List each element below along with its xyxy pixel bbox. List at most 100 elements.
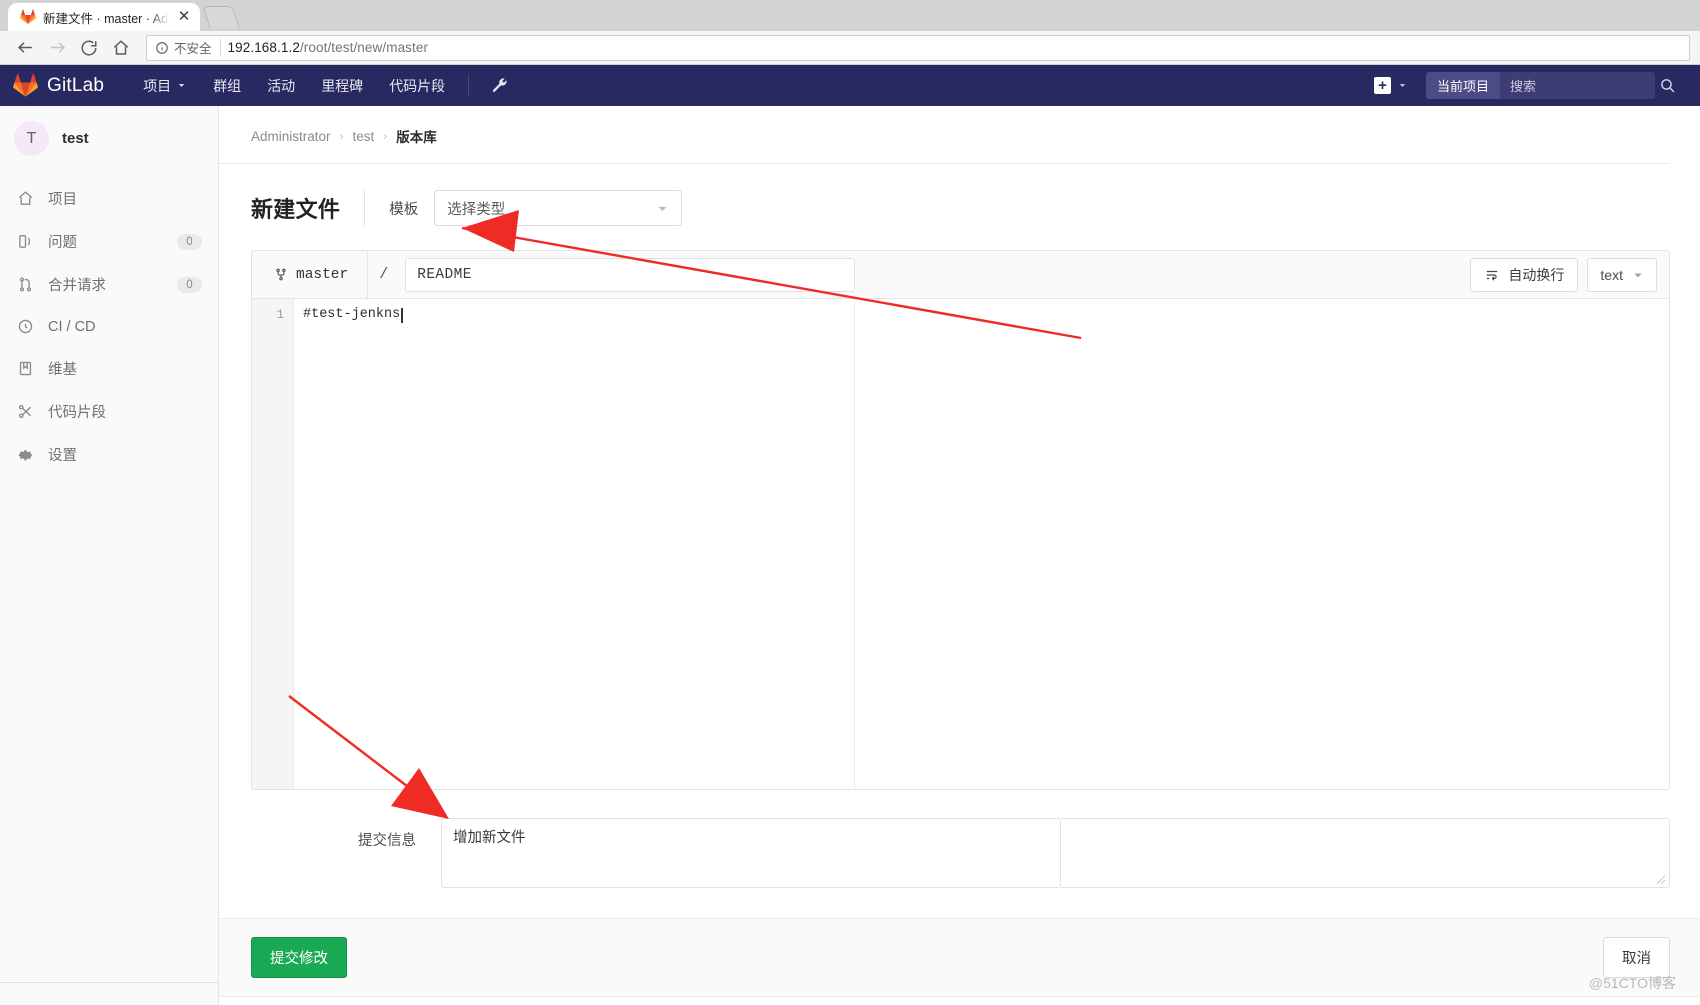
- commit-message-label: 提交信息: [358, 833, 416, 849]
- sidebar-item-wiki[interactable]: 维基: [0, 347, 218, 390]
- commit-message-input[interactable]: 增加新文件: [441, 818, 1061, 888]
- nav-item-label: 项目: [143, 77, 172, 94]
- breadcrumb-separator: ›: [383, 129, 388, 143]
- sidebar-project-header[interactable]: T test: [0, 106, 218, 171]
- search-bar[interactable]: 当前项目 搜索: [1425, 72, 1655, 99]
- chevron-down-icon: [658, 206, 667, 211]
- new-tab-button[interactable]: [202, 6, 240, 28]
- branch-label: master: [296, 266, 349, 283]
- merge-request-icon: [16, 275, 35, 294]
- search-scope-badge[interactable]: 当前项目: [1425, 72, 1500, 99]
- reload-icon[interactable]: [74, 34, 104, 62]
- code-text-area[interactable]: #test-jenkns: [294, 299, 1669, 789]
- file-mode-value: text: [1600, 266, 1623, 283]
- arrow-right-icon: [42, 34, 72, 62]
- page-title: 新建文件: [251, 197, 341, 222]
- code-line: #test-jenkns: [303, 306, 1669, 324]
- line-number-gutter: 1: [252, 299, 294, 789]
- gitlab-home-link[interactable]: GitLab: [13, 73, 104, 98]
- status-badge: 0: [177, 276, 202, 293]
- main-nav: 项目 群组 活动 里程碑 代码片段: [130, 65, 520, 107]
- project-sidebar: T test 项目 问题 0 合并请求 0 CI / CD 维基 代码片段 设置: [0, 106, 219, 1005]
- nav-item-projects[interactable]: 项目: [130, 65, 200, 107]
- chevron-down-icon: [1399, 84, 1406, 87]
- template-label: 模板: [389, 201, 419, 218]
- sidebar-project-name: test: [62, 130, 89, 147]
- chevron-down-icon: [1634, 273, 1642, 277]
- line-number: 1: [276, 308, 284, 322]
- security-label: 不安全: [174, 42, 212, 56]
- breadcrumb-current: 版本库: [396, 130, 437, 145]
- breadcrumb-item-user[interactable]: Administrator: [251, 129, 331, 144]
- admin-area-button[interactable]: [479, 66, 520, 105]
- text-caret: [401, 307, 403, 323]
- watermark: @51CTO博客: [1588, 975, 1676, 991]
- sidebar-item-label: 问题: [48, 235, 77, 251]
- sidebar-item-label: 代码片段: [48, 405, 106, 421]
- branch-name-display[interactable]: master: [252, 251, 367, 298]
- book-icon: [16, 359, 35, 378]
- browser-tab[interactable]: 新建文件 · master · Adm ✕: [8, 3, 200, 31]
- home-icon[interactable]: [106, 34, 136, 62]
- arrow-left-icon[interactable]: [10, 34, 40, 62]
- issues-icon: [16, 232, 35, 251]
- code-editor-area[interactable]: 1 #test-jenkns: [252, 299, 1669, 789]
- filename-input[interactable]: README: [405, 257, 856, 292]
- nav-item-label: 代码片段: [389, 77, 446, 94]
- scissors-icon: [16, 402, 35, 421]
- rocket-icon: [16, 317, 35, 336]
- navbar-right: + 当前项目 搜索: [1364, 71, 1688, 100]
- gitlab-tanuki-icon: [13, 73, 38, 97]
- sidebar-nav: 项目 问题 0 合并请求 0 CI / CD 维基 代码片段 设置: [0, 171, 218, 476]
- plus-icon: +: [1373, 77, 1391, 94]
- gear-icon: [16, 445, 35, 464]
- sidebar-item-merge-requests[interactable]: 合并请求 0: [0, 263, 218, 306]
- nav-item-activity[interactable]: 活动: [254, 65, 308, 107]
- main-content: Administrator › test › 版本库 新建文件 模板 选择类型 …: [219, 106, 1700, 1005]
- breadcrumb: Administrator › test › 版本库: [219, 106, 1670, 164]
- nav-item-label: 里程碑: [321, 77, 364, 94]
- sidebar-item-label: CI / CD: [48, 318, 96, 335]
- header-divider: [364, 189, 366, 227]
- browser-tab-strip: 新建文件 · master · Adm ✕: [0, 0, 1700, 31]
- sidebar-item-ci-cd[interactable]: CI / CD: [0, 306, 218, 347]
- soft-wrap-button[interactable]: 自动换行: [1470, 257, 1579, 292]
- nav-item-milestones[interactable]: 里程碑: [308, 65, 376, 107]
- commit-message-extension: [1061, 818, 1670, 888]
- template-select[interactable]: 选择类型: [434, 190, 683, 226]
- sidebar-item-project[interactable]: 项目: [0, 177, 218, 220]
- sidebar-item-snippets[interactable]: 代码片段: [0, 390, 218, 433]
- close-icon[interactable]: ✕: [176, 9, 192, 25]
- nav-item-label: 活动: [267, 77, 296, 94]
- breadcrumb-separator: ›: [339, 129, 344, 143]
- file-editor: master / README 自动换行 text 1 #test-jenkns: [251, 250, 1670, 790]
- commit-changes-button[interactable]: 提交修改: [251, 937, 347, 978]
- security-indicator[interactable]: 不安全: [155, 39, 221, 56]
- cancel-button[interactable]: 取消: [1603, 937, 1670, 978]
- sidebar-divider: [0, 982, 218, 983]
- info-circle-icon: [156, 41, 168, 54]
- resize-grip-icon[interactable]: [1656, 875, 1666, 885]
- url-path: /root/test/new/master: [299, 40, 429, 55]
- branch-icon: [276, 268, 286, 281]
- code-line-text: #test-jenkns: [303, 307, 401, 322]
- nav-item-snippets[interactable]: 代码片段: [376, 65, 458, 107]
- template-selected-value: 选择类型: [447, 201, 506, 218]
- breadcrumb-item-project[interactable]: test: [353, 129, 375, 144]
- nav-item-groups[interactable]: 群组: [200, 65, 254, 107]
- search-input[interactable]: 搜索: [1500, 72, 1655, 99]
- address-bar[interactable]: 不安全 192.168.1.2/root/test/new/master: [146, 34, 1690, 61]
- search-icon[interactable]: [1655, 77, 1688, 94]
- avatar: T: [14, 121, 49, 156]
- app-shell: T test 项目 问题 0 合并请求 0 CI / CD 维基 代码片段 设置…: [0, 106, 1700, 1005]
- sidebar-item-settings[interactable]: 设置: [0, 433, 218, 476]
- url-text: 192.168.1.2/root/test/new/master: [228, 40, 429, 55]
- brand-name: GitLab: [47, 74, 105, 96]
- new-dropdown-button[interactable]: +: [1364, 71, 1418, 100]
- commit-message-row: 提交信息 增加新文件: [219, 790, 1700, 919]
- nav-item-label: 群组: [213, 77, 242, 94]
- file-mode-select[interactable]: text: [1587, 257, 1657, 292]
- chevron-down-icon: [178, 84, 185, 87]
- sidebar-item-issues[interactable]: 问题 0: [0, 220, 218, 263]
- editor-toolbar-right: 自动换行 text: [1470, 257, 1657, 292]
